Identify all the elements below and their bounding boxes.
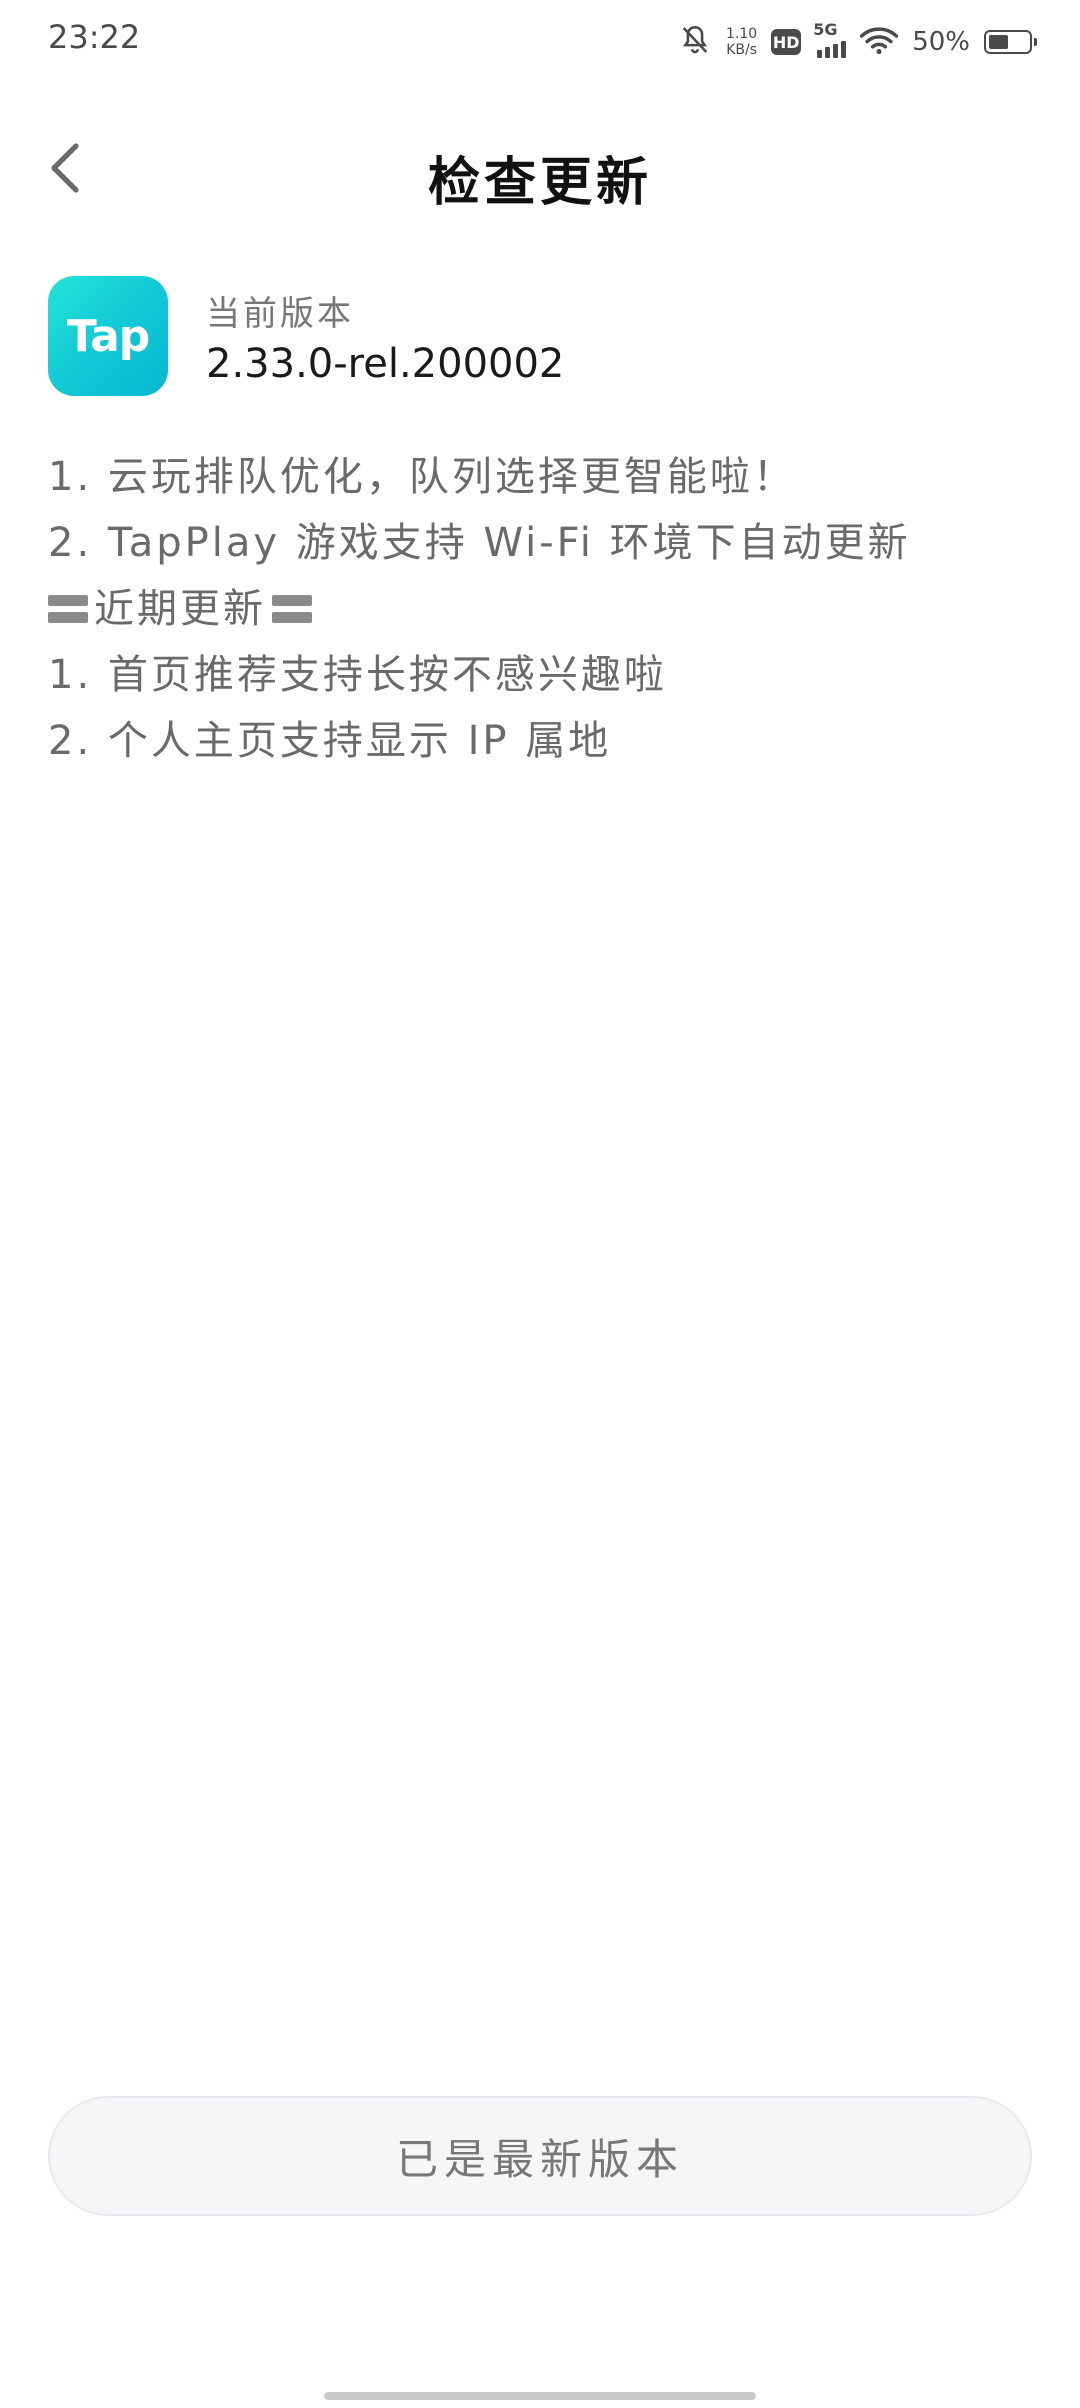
network-type: 5G [813,20,838,39]
network-speed-unit: KB/s [726,42,758,58]
note-line: 1. 首页推荐支持长按不感兴趣啦 [48,652,667,698]
network-speed-value: 1.10 [726,26,758,42]
wifi-icon [860,25,899,59]
status-icons: 1.10 KB/s HD 5G 50% [678,20,1037,64]
version-value: 2.33.0-rel.200002 [206,340,565,387]
app-info: Tap 当前版本 2.33.0-rel.200002 [48,276,564,396]
note-line: 2. TapPlay 游戏支持 Wi-Fi 环境下自动更新 [48,520,911,566]
release-notes: 1. 云玩排队优化，队列选择更智能啦！ 2. TapPlay 游戏支持 Wi-F… [48,444,1032,774]
status-bar: 23:22 1.10 KB/s HD 5G 50% [0,0,1080,80]
battery-percent: 50% [912,27,970,57]
version-label: 当前版本 [206,293,354,334]
latest-version-button[interactable]: 已是最新版本 [48,2096,1032,2216]
battery-icon [984,30,1037,54]
battery-fill [989,35,1008,49]
equals-mark-icon [272,595,312,623]
header: 检查更新 [0,120,1080,220]
note-line: 1. 云玩排队优化，队列选择更智能啦！ [48,454,796,500]
note-line: 2. 个人主页支持显示 IP 属地 [48,718,612,764]
version-block: 当前版本 2.33.0-rel.200002 [206,286,564,387]
app-logo-text: Tap [66,310,151,362]
app-logo: Tap [48,276,168,396]
hd-badge: HD [771,29,802,55]
page-title: 检查更新 [427,153,652,213]
gesture-bar[interactable] [324,2392,756,2400]
network-speed: 1.10 KB/s [726,26,757,58]
equals-mark-icon [48,595,88,623]
status-time: 23:22 [48,18,141,56]
bell-off-icon [678,23,712,61]
recent-updates-heading-text: 近期更新 [94,586,266,632]
signal-icon: 5G [813,20,847,58]
recent-updates-heading: 近期更新 [48,576,1032,642]
